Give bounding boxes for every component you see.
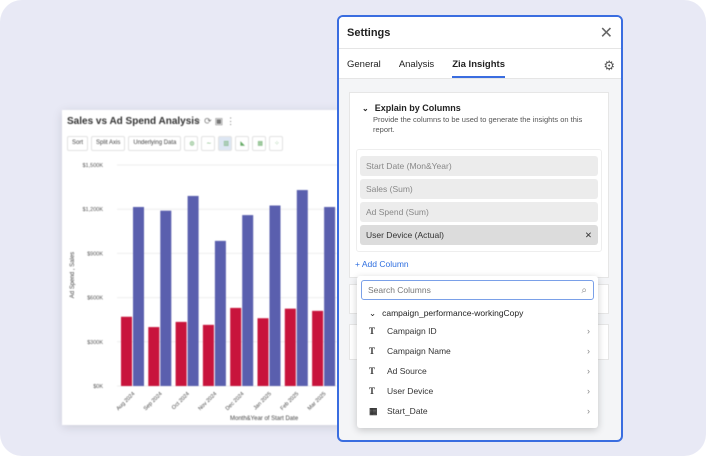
ad-spend-bar[interactable] bbox=[187, 195, 199, 386]
ad-spend-bar[interactable] bbox=[242, 215, 254, 386]
sales-bar[interactable] bbox=[121, 316, 132, 386]
section-description: Provide the columns to be used to genera… bbox=[373, 115, 583, 134]
section-header[interactable]: ⌄ Explain by Columns bbox=[350, 93, 608, 113]
y-tick-label: $0K bbox=[93, 384, 103, 390]
x-tick-label: Oct 2024 bbox=[171, 391, 191, 411]
chevron-right-icon[interactable]: › bbox=[587, 386, 590, 396]
column-dropdown: ⌕ ⌄ campaign_performance-workingCopy T Cam… bbox=[357, 276, 598, 428]
x-tick-label: Aug 2024 bbox=[116, 391, 137, 412]
bar-chart: $0K $300K $600K $900K $1,200K $1,500K Ad Spend… bbox=[70, 163, 342, 422]
y-tick-label: $1,500K bbox=[83, 163, 104, 169]
column-chip[interactable]: Sales (Sum) bbox=[360, 179, 598, 199]
column-item[interactable]: T User Device › bbox=[357, 381, 598, 401]
settings-tabs: General Analysis Zia Insights ⚙ bbox=[339, 49, 621, 79]
text-icon: T bbox=[369, 326, 376, 336]
text-icon: T bbox=[369, 366, 376, 376]
section-title: Explain by Columns bbox=[374, 103, 461, 113]
y-tick-label: $600K bbox=[87, 296, 103, 302]
column-item[interactable]: T Campaign Name › bbox=[357, 341, 598, 361]
sales-bar[interactable] bbox=[312, 310, 324, 386]
item-label: Campaign ID bbox=[387, 326, 437, 336]
chart-card: Sales vs Ad Spend Analysis ☆⟳▣⋮ Sort Spl… bbox=[62, 110, 342, 425]
x-tick-label: Nov 2024 bbox=[197, 391, 218, 412]
search-icon[interactable]: ⌕ bbox=[581, 285, 587, 296]
tab-analysis[interactable]: Analysis bbox=[399, 59, 434, 78]
settings-title: Settings bbox=[347, 26, 391, 39]
column-item[interactable]: T Campaign ID › bbox=[357, 321, 598, 341]
sales-bar[interactable] bbox=[175, 321, 187, 386]
chevron-down-icon: ⌄ bbox=[369, 308, 377, 318]
chevron-right-icon[interactable]: › bbox=[587, 346, 590, 356]
y-axis-label: Ad Spend , Sales bbox=[70, 252, 76, 298]
item-label: Campaign Name bbox=[387, 346, 451, 356]
ad-spend-bar[interactable] bbox=[296, 190, 308, 386]
tab-zia-insights[interactable]: Zia Insights bbox=[452, 59, 505, 78]
column-item[interactable]: ▦ Start_Date › bbox=[357, 401, 598, 421]
chevron-right-icon[interactable]: › bbox=[587, 366, 590, 376]
x-tick-label: Mar 2025 bbox=[307, 391, 328, 412]
chip-label: User Device (Actual) bbox=[366, 230, 444, 240]
text-icon: T bbox=[369, 386, 376, 396]
ad-spend-bar[interactable] bbox=[324, 206, 336, 386]
x-tick-label: Dec 2024 bbox=[225, 391, 246, 412]
gear-icon[interactable]: ⚙ bbox=[603, 58, 615, 74]
column-chip[interactable]: User Device (Actual) ✕ bbox=[360, 225, 598, 245]
chip-label: Sales (Sum) bbox=[366, 184, 413, 194]
chevron-down-icon[interactable]: ⌄ bbox=[362, 104, 369, 113]
sales-bar[interactable] bbox=[284, 308, 296, 386]
x-axis-label[interactable]: Month&Year of Start Date bbox=[230, 416, 299, 422]
sales-bar[interactable] bbox=[202, 324, 214, 386]
close-icon[interactable]: ✕ bbox=[600, 23, 613, 43]
chip-label: Start Date (Mon&Year) bbox=[366, 161, 452, 171]
remove-icon[interactable]: ✕ bbox=[585, 230, 592, 241]
column-chip[interactable]: Start Date (Mon&Year) bbox=[360, 156, 598, 176]
chevron-right-icon[interactable]: › bbox=[587, 406, 590, 416]
group-label: campaign_performance-workingCopy bbox=[382, 308, 524, 318]
item-label: Start_Date bbox=[387, 406, 428, 416]
x-tick-label: Sep 2024 bbox=[143, 391, 164, 412]
ad-spend-bar[interactable] bbox=[160, 210, 172, 386]
calendar-icon: ▦ bbox=[369, 405, 378, 416]
search-box: ⌕ bbox=[361, 280, 594, 300]
item-label: Ad Source bbox=[387, 366, 427, 376]
chevron-right-icon[interactable]: › bbox=[587, 326, 590, 336]
ad-spend-bar[interactable] bbox=[133, 206, 144, 386]
y-tick-label: $1,200K bbox=[83, 207, 104, 213]
ad-spend-bar[interactable] bbox=[269, 205, 281, 386]
x-tick-label: Feb 2025 bbox=[280, 391, 301, 412]
column-chip[interactable]: Ad Spend (Sum) bbox=[360, 202, 598, 222]
y-tick-label: $900K bbox=[87, 251, 103, 257]
sales-bar[interactable] bbox=[257, 318, 269, 386]
text-icon: T bbox=[369, 346, 376, 356]
column-item[interactable]: T Ad Source › bbox=[357, 361, 598, 381]
search-input[interactable] bbox=[368, 285, 558, 295]
tab-general[interactable]: General bbox=[347, 59, 381, 78]
x-tick-label: Jan 2025 bbox=[253, 391, 273, 411]
settings-header: Settings ✕ bbox=[339, 17, 621, 49]
sales-bar[interactable] bbox=[148, 327, 160, 386]
add-column-link[interactable]: + Add Column bbox=[350, 252, 608, 276]
table-group[interactable]: ⌄ campaign_performance-workingCopy bbox=[357, 300, 598, 319]
ad-spend-bar[interactable] bbox=[214, 240, 226, 386]
sales-bar[interactable] bbox=[230, 307, 242, 386]
item-label: User Device bbox=[387, 386, 434, 396]
column-list: Start Date (Mon&Year) Sales (Sum) Ad Spe… bbox=[356, 149, 602, 252]
chip-label: Ad Spend (Sum) bbox=[366, 207, 429, 217]
y-tick-label: $300K bbox=[87, 340, 103, 346]
explain-by-columns-section: ⌄ Explain by Columns Provide the columns … bbox=[349, 92, 609, 278]
